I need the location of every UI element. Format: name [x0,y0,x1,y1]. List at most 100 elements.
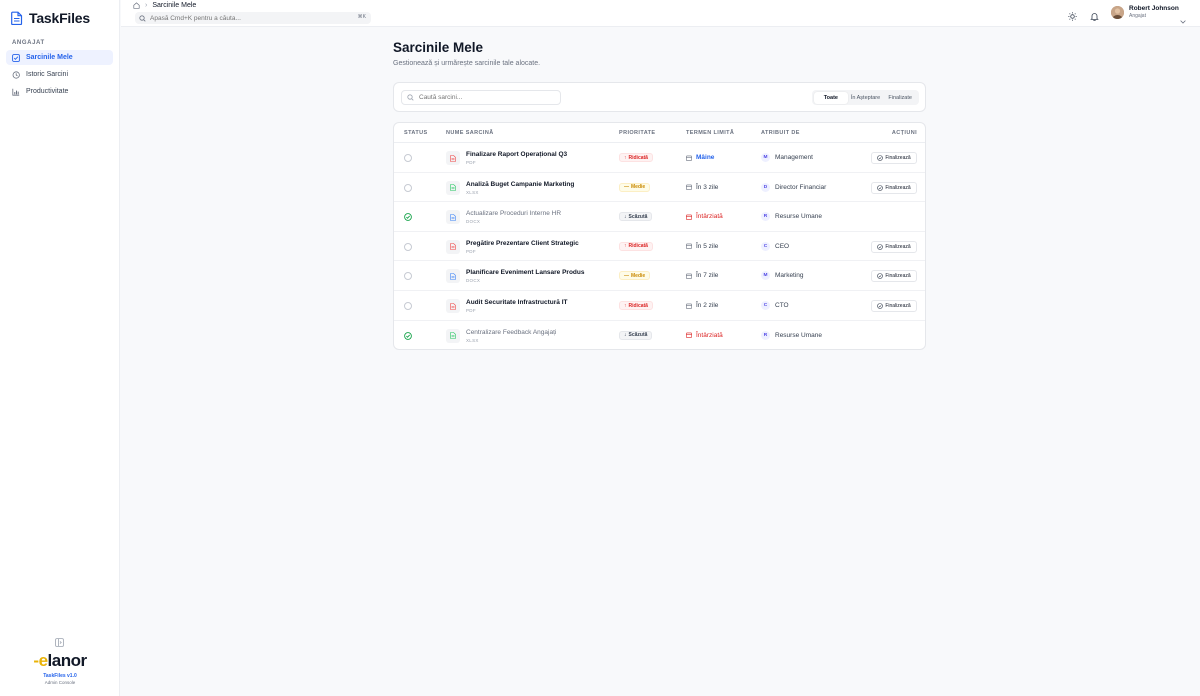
task-name[interactable]: Actualizare Proceduri Interne HR [466,210,561,217]
complete-task-button[interactable]: Finalizează [871,300,917,312]
home-icon[interactable] [133,2,140,9]
table-row[interactable]: Analiză Buget Campanie Marketing XLSX — Med… [394,173,925,203]
table-row[interactable]: Audit Securitate Infrastructură IT PDF ↑ Ri… [394,291,925,321]
status-checkbox[interactable] [404,272,412,281]
complete-task-label: Finalizează [885,273,911,280]
search-icon [407,94,414,101]
assigned-by: R Resurse Umane [761,330,822,340]
theme-toggle-button[interactable] [1068,8,1077,26]
status-checkbox[interactable] [404,154,412,162]
app-logo[interactable]: TaskFiles [11,10,90,26]
complete-task-button[interactable]: Finalizează [871,181,917,194]
file-type-icon [446,269,460,284]
deadline: Mâine [686,154,714,161]
tasks-table: STATUS NUME SARCINĂ PRIORITATE TERMEN LI… [393,122,926,350]
file-type-icon [446,210,460,225]
assignee-initial: R [761,330,770,340]
file-type-icon [446,328,460,343]
deadline: Întârziată [686,332,723,339]
completed-check-icon[interactable] [404,213,412,222]
task-name[interactable]: Centralizare Feedback Angajați [466,329,556,336]
tab-pending[interactable]: În Așteptare [848,92,883,104]
check-circle-icon [877,155,884,161]
sidebar: TaskFiles ANGAJAT Sarcinile Mele Istoric… [0,0,120,696]
deadline-label: În 5 zile [696,242,719,250]
file-type-icon [446,180,460,195]
task-name[interactable]: Audit Securitate Infrastructură IT [466,299,568,306]
complete-task-button[interactable]: Finalizează [871,240,917,253]
assignee-name: CTO [775,302,789,309]
table-row[interactable]: Pregătire Prezentare Client Strategic PDF… [394,232,925,262]
brand-block: -elanor TaskFiles v1.0 Admin Console [0,651,120,685]
document-icon [450,273,456,280]
task-file-type: XLSX [466,189,479,195]
priority-arrow-icon: ↓ [624,332,627,339]
assigned-by: R Resurse Umane [761,212,822,222]
file-type-icon [446,299,460,313]
complete-task-label: Finalizează [885,155,911,161]
task-name[interactable]: Pregătire Prezentare Client Strategic [466,240,579,247]
user-menu-chevron[interactable] [1180,11,1186,29]
file-icon [11,11,23,25]
deadline: În 2 zile [686,302,718,309]
check-circle-icon [877,243,884,250]
calendar-icon [686,214,692,220]
sidebar-item-my-tasks[interactable]: Sarcinile Mele [6,50,113,65]
notifications-button[interactable] [1090,8,1099,26]
assignee-initial: R [761,212,770,222]
sidebar-section-label: ANGAJAT [12,40,45,46]
status-checkbox[interactable] [404,302,412,310]
status-checkbox[interactable] [404,183,412,192]
task-file-type: DOCX [466,278,481,284]
history-icon [12,70,20,79]
status-checkbox[interactable] [404,242,412,251]
task-name[interactable]: Finalizare Raport Operațional Q3 [466,151,567,158]
sidebar-item-task-history[interactable]: Istoric Sarcini [6,67,113,82]
priority-label: Medie [631,184,646,191]
complete-task-button[interactable]: Finalizează [871,152,917,164]
global-search[interactable]: ⌘K [135,12,371,24]
status-tabs: Toate În Așteptare Finalizate [812,90,919,105]
collapse-sidebar-button[interactable] [55,634,64,652]
column-header-status: STATUS [404,130,428,136]
assignee-initial: D [761,182,770,192]
priority-label: Medie [631,272,646,279]
table-row[interactable]: Actualizare Proceduri Interne HR DOCX ↓ Scă… [394,202,925,232]
sidebar-item-productivity[interactable]: Productivitate [6,84,113,99]
document-icon [450,243,456,251]
task-search[interactable] [401,90,561,105]
global-search-input[interactable] [150,14,350,22]
priority-arrow-icon: ↓ [624,213,627,220]
task-file-type: PDF [466,308,476,313]
breadcrumb-separator: › [145,2,148,9]
user-menu[interactable]: Robert Johnson Angajat [1111,5,1179,19]
table-header: STATUS NUME SARCINĂ PRIORITATE TERMEN LI… [394,123,925,143]
table-row[interactable]: Planificare Eveniment Lansare Produs DOCX… [394,261,925,291]
tab-all[interactable]: Toate [813,91,849,104]
assignee-name: Marketing [775,272,804,280]
sidebar-item-label: Istoric Sarcini [26,71,69,78]
task-name[interactable]: Planificare Eveniment Lansare Produs [466,269,585,276]
breadcrumb: › Sarcinile Mele [133,2,196,9]
task-search-input[interactable] [419,94,549,101]
table-row[interactable]: Finalizare Raport Operațional Q3 PDF ↑ Ridi… [394,143,925,173]
table-row[interactable]: Centralizare Feedback Angajați XLSX ↓ Scăzu… [394,321,925,349]
page-title: Sarcinile Mele [393,40,484,55]
column-header-task-name: NUME SARCINĂ [446,130,494,136]
completed-check-icon[interactable] [404,331,412,340]
calendar-icon [686,184,692,190]
assignee-name: Resurse Umane [775,213,822,221]
document-icon [450,184,456,191]
assigned-by: M Marketing [761,271,804,281]
document-icon [450,332,456,339]
task-name[interactable]: Analiză Buget Campanie Marketing [466,181,574,188]
brand-version: TaskFiles v1.0 [43,673,77,679]
priority-arrow-icon: ↑ [624,243,627,250]
task-file-type: DOCX [466,219,481,225]
filter-bar: Toate În Așteptare Finalizate [393,82,926,112]
priority-badge: ↓ Scăzută [619,212,653,222]
brand-logo: -elanor [33,651,87,670]
complete-task-button[interactable]: Finalizează [871,270,917,283]
tab-completed[interactable]: Finalizate [883,92,918,104]
complete-task-label: Finalizează [885,184,911,191]
